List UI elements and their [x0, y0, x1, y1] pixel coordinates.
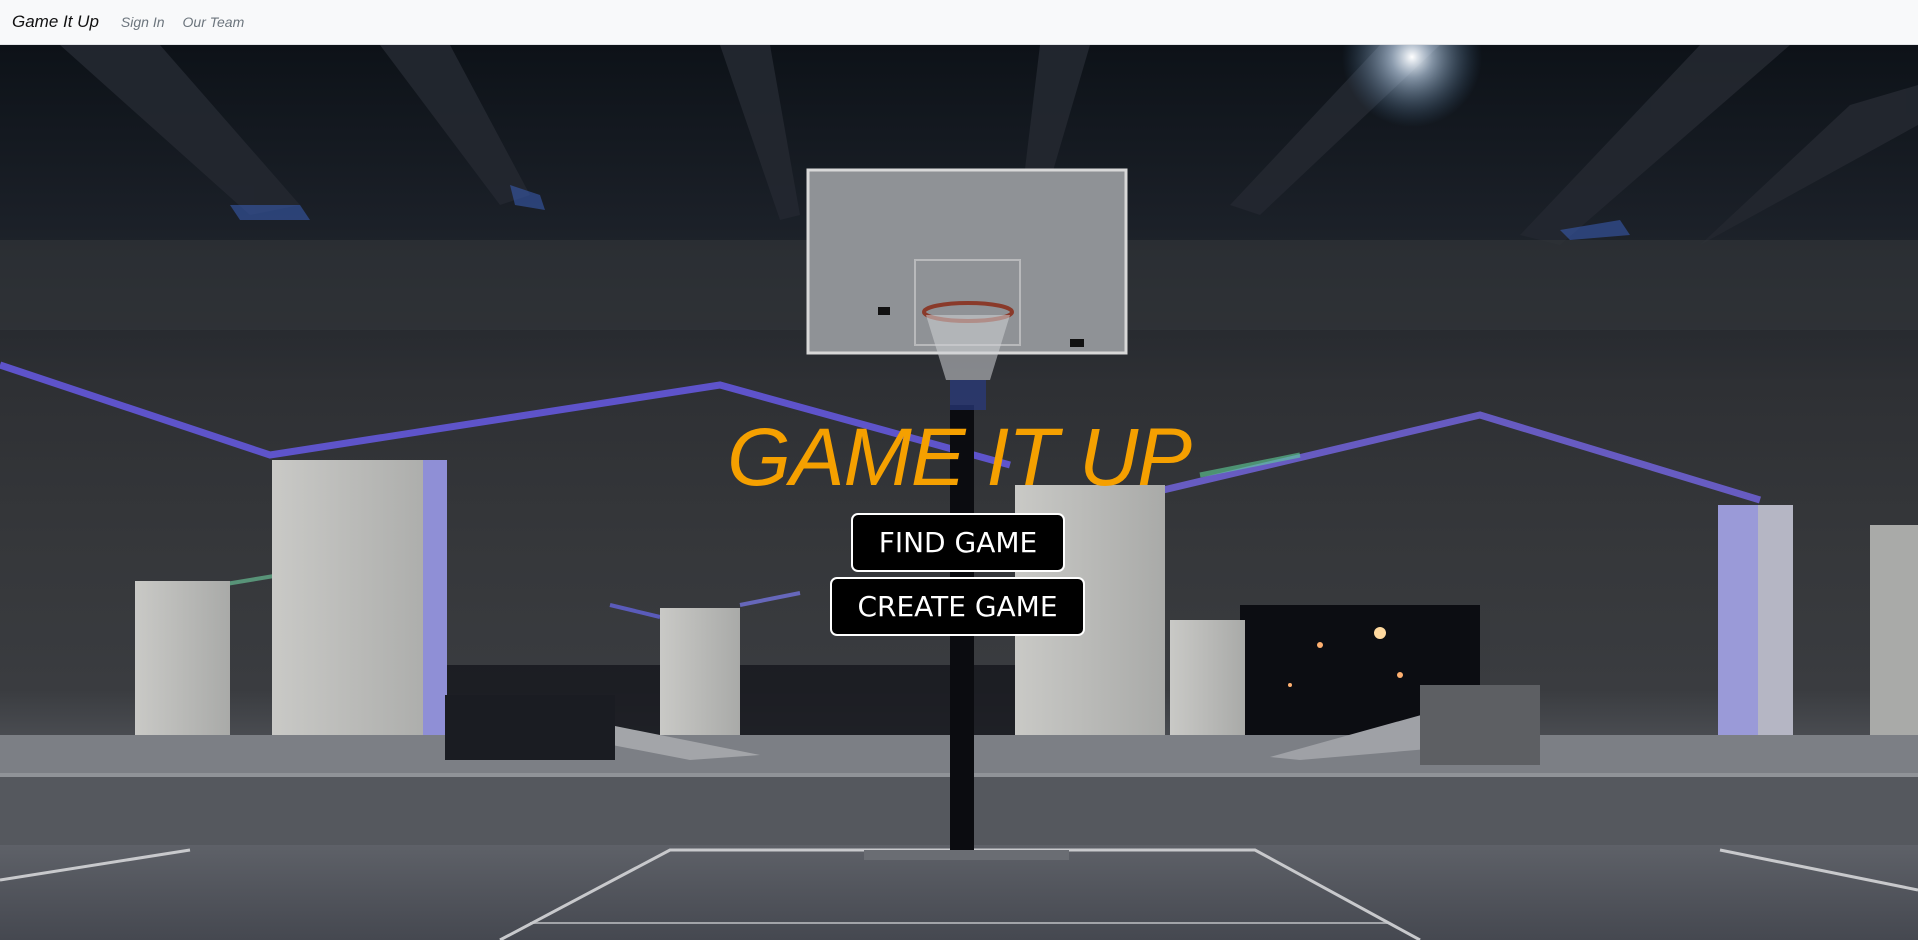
brand-link[interactable]: Game It Up [12, 12, 99, 32]
find-game-button[interactable]: FIND GAME [851, 513, 1065, 572]
create-game-button[interactable]: CREATE GAME [830, 577, 1085, 636]
hero-title: GAME IT UP [727, 412, 1192, 503]
nav-link-sign-in[interactable]: Sign In [121, 14, 165, 30]
hero-section: GAME IT UP FIND GAME CREATE GAME [0, 45, 1918, 940]
nav-link-our-team[interactable]: Our Team [183, 14, 245, 30]
navbar: Game It Up Sign In Our Team [0, 0, 1918, 45]
